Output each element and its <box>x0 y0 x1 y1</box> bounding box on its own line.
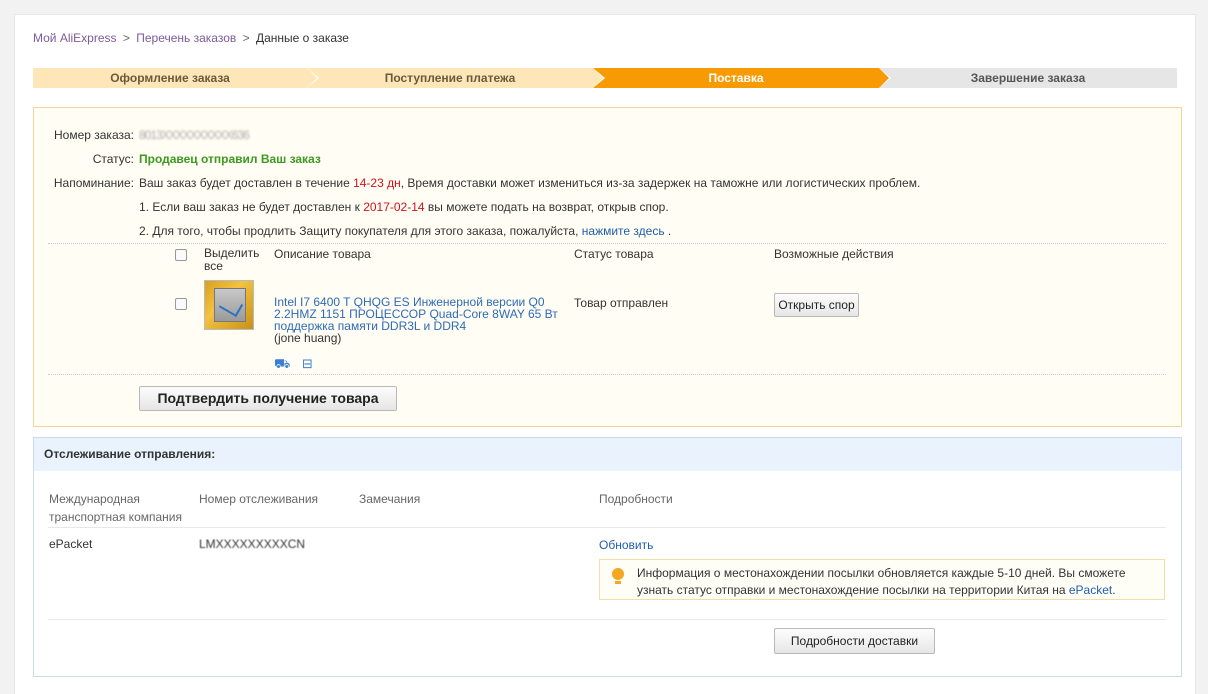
order-progress-steps: Оформление заказа Поступление платежа По… <box>33 68 1177 88</box>
col-notes: Замечания <box>359 492 421 506</box>
order-number-label: Номер заказа: <box>53 128 134 142</box>
step-shipping: Поставка <box>593 68 891 88</box>
tracking-info-text: Информация о местонахождении посылки обн… <box>637 565 1157 599</box>
step-order-placed: Оформление заказа <box>33 68 319 88</box>
col-details: Подробности <box>599 492 673 506</box>
shipping-company: ePacket <box>49 537 93 551</box>
tracking-number: LMXXXXXXXXXCN <box>199 537 306 551</box>
col-tracking-number: Номер отслеживания <box>199 492 319 506</box>
col-description: Описание товара <box>274 247 371 261</box>
col-select-all: Выделить все <box>204 246 260 273</box>
breadcrumb-order-list[interactable]: Перечень заказов <box>136 31 236 45</box>
order-info-box: Номер заказа: 8013ХХХХХХХХХХ636 Статус: … <box>33 107 1182 427</box>
order-status-value: Продавец отправил Ваш заказ <box>139 152 321 166</box>
delivery-days: 14-23 дн <box>353 176 401 190</box>
breadcrumb-separator: > <box>122 31 130 45</box>
reminder-text: Ваш заказ будет доставлен в течение 14-2… <box>139 176 1169 190</box>
breadcrumb-separator: > <box>242 31 250 45</box>
step-label: Поставка <box>708 71 764 85</box>
divider <box>48 243 1166 244</box>
refresh-tracking-link[interactable]: Обновить <box>599 538 653 552</box>
tracking-info-notice: Информация о местонахождении посылки обн… <box>599 559 1165 600</box>
divider <box>48 374 1166 375</box>
divider <box>48 619 1166 620</box>
epacket-link[interactable]: ePacket <box>1069 583 1112 597</box>
breadcrumb: Мой AliExpress > Перечень заказов > Данн… <box>33 31 349 45</box>
step-order-complete: Завершение заказа <box>879 68 1177 88</box>
order-number-value: 8013ХХХХХХХХХХ636 <box>139 128 250 142</box>
product-description: Intel I7 6400 T QHQG ES Инженерной верси… <box>274 296 564 344</box>
step-label: Завершение заказа <box>970 71 1086 85</box>
step-label: Оформление заказа <box>110 71 230 85</box>
product-icons: ⛟ ⊟ <box>274 356 313 374</box>
step-payment-received: Поступление платежа <box>307 68 605 88</box>
item-status: Товар отправлен <box>574 296 669 310</box>
breadcrumb-current: Данные о заказе <box>255 31 349 45</box>
col-shipping-company: Международная транспортная компания <box>49 492 182 524</box>
tracking-box: Отслеживание отправления: Международная … <box>33 437 1182 677</box>
col-item-status: Статус товара <box>574 247 654 261</box>
select-all-checkbox[interactable] <box>175 249 187 261</box>
note-2: 2. Для того, чтобы продлить Защиту покуп… <box>139 224 671 238</box>
reminder-label: Напоминание: <box>53 176 134 190</box>
step-label: Поступление платежа <box>384 71 516 85</box>
status-label: Статус: <box>92 152 134 166</box>
open-dispute-button[interactable]: Открыть спор <box>774 293 859 317</box>
product-image[interactable] <box>204 280 254 330</box>
lightbulb-icon <box>612 568 624 584</box>
col-actions: Возможные действия <box>774 247 894 261</box>
reminder-pre: Ваш заказ будет доставлен в течение <box>139 176 354 190</box>
extend-protection-link[interactable]: нажмите здесь <box>582 224 665 238</box>
note-2-pre: 2. Для того, чтобы продлить Защиту покуп… <box>139 224 582 238</box>
confirm-receipt-button[interactable]: Подтвердить получение товара <box>139 386 397 411</box>
info-post: . <box>1112 583 1116 597</box>
note-1-pre: 1. Если ваш заказ не будет доставлен к <box>139 200 364 214</box>
reminder-post: , Время доставки может измениться из-за … <box>400 176 921 190</box>
note-1-post: вы можете подать на возврат, открыв спор… <box>424 200 669 214</box>
note-2-post: . <box>664 224 672 238</box>
delivery-details-button[interactable]: Подробности доставки <box>774 628 935 654</box>
product-title-link[interactable]: Intel I7 6400 T QHQG ES Инженерной верси… <box>274 295 558 333</box>
return-box-icon[interactable]: ⊟ <box>302 356 313 371</box>
divider <box>48 527 1166 528</box>
tracking-header: Отслеживание отправления: <box>34 438 1181 471</box>
info-pre: Информация о местонахождении посылки обн… <box>637 566 1126 597</box>
order-details-page: Мой AliExpress > Перечень заказов > Данн… <box>14 14 1196 694</box>
breadcrumb-my-aliexpress[interactable]: Мой AliExpress <box>33 31 117 45</box>
item-checkbox[interactable] <box>175 298 187 310</box>
note-1: 1. Если ваш заказ не будет доставлен к 2… <box>139 200 669 214</box>
seller-name: (jone huang) <box>274 331 342 345</box>
delivery-truck-icon[interactable]: ⛟ <box>274 356 290 371</box>
dispute-date: 2017-02-14 <box>363 200 425 214</box>
